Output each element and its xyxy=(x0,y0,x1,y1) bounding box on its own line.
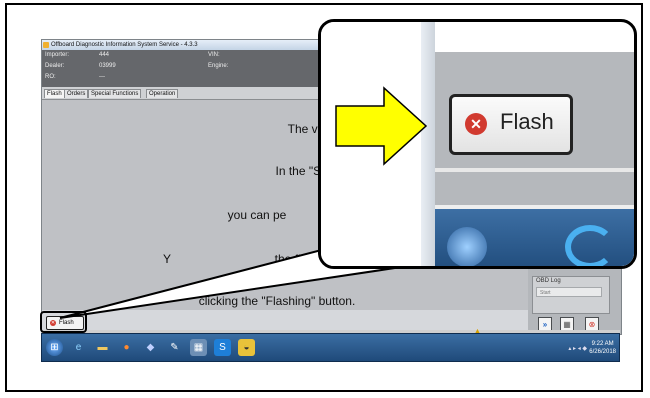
zoom-start-icon xyxy=(447,227,487,266)
yellow-arrow-icon xyxy=(335,86,428,166)
zoom-divider xyxy=(435,168,634,172)
zoom-flash-x-icon: ✕ xyxy=(465,113,487,135)
zoom-ie-icon xyxy=(565,225,615,266)
zoom-flash-label: Flash xyxy=(500,109,554,134)
zoom-taskbar xyxy=(435,209,634,266)
zoom-flash-button[interactable]: ✕ Flash xyxy=(449,94,573,155)
